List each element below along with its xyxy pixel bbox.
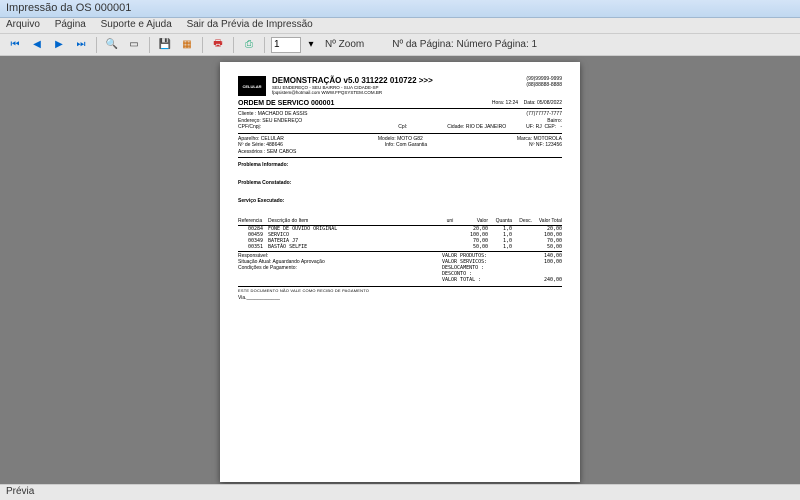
menu-pagina[interactable]: Página bbox=[55, 19, 86, 30]
company-logo: CELULAR bbox=[238, 76, 266, 96]
status-text: Prévia bbox=[6, 486, 34, 497]
device-block: Aparelho: CELULAR Modelo: MOTO G82 Marca… bbox=[238, 136, 562, 159]
open-icon[interactable]: ▦ bbox=[178, 36, 196, 54]
col-uni: uni bbox=[440, 218, 460, 224]
nav-last-icon[interactable]: ⏭ bbox=[72, 36, 90, 54]
cpl-label: Cpl: bbox=[398, 124, 407, 131]
dropdown-icon[interactable]: ▾ bbox=[305, 36, 317, 54]
client-block: Cliente : MACHADO DE ASSIS (77)77777-777… bbox=[238, 111, 562, 134]
items-body: 00284FONE DE OUVIDO ORIGINAL20,001,020,0… bbox=[238, 226, 562, 250]
os-title: ORDEM DE SERVICO 000001 bbox=[238, 100, 334, 107]
document-page: CELULAR DEMONSTRAÇÃO v5.0 311222 010722 … bbox=[220, 62, 580, 482]
zoom-label: Nº Zoom bbox=[325, 39, 364, 50]
separator bbox=[233, 37, 234, 53]
col-ref: Referencia bbox=[238, 218, 268, 224]
cidade-label: Cidade: bbox=[447, 124, 464, 131]
cpf-label: CPF/Cnpj: bbox=[238, 124, 261, 131]
os-data: Data: 05/08/2022 bbox=[524, 100, 562, 106]
nav-first-icon[interactable]: ⏮ bbox=[6, 36, 24, 54]
signature-line: Via.____________ bbox=[238, 295, 562, 301]
menu-arquivo[interactable]: Arquivo bbox=[6, 19, 40, 30]
page-indicator: Nº da Página: Número Página: 1 bbox=[392, 39, 537, 50]
uf: RJ bbox=[536, 124, 542, 131]
nf-label: Nº NF: bbox=[529, 142, 544, 149]
separator bbox=[264, 37, 265, 53]
separator bbox=[96, 37, 97, 53]
os-title-row: ORDEM DE SERVICO 000001 Hora: 12:24 Data… bbox=[238, 100, 562, 109]
print-icon[interactable]: 🖶 bbox=[209, 36, 227, 54]
condicoes: Condições de Pagamento: bbox=[238, 265, 442, 271]
save-icon[interactable]: 💾 bbox=[156, 36, 174, 54]
nf: 123456 bbox=[545, 142, 562, 149]
col-quant: Quanta bbox=[488, 218, 512, 224]
doc-header-contact: fpqsistem@hotmail.com WWW.FPQSYSTEM.COM.… bbox=[272, 90, 520, 95]
doc-header-title: DEMONSTRAÇÃO v5.0 311222 010722 >>> bbox=[272, 76, 520, 85]
window-title: Impressão da OS 000001 bbox=[6, 2, 131, 14]
col-total: Valor Total bbox=[532, 218, 562, 224]
col-desc: Descrição do Item bbox=[268, 218, 440, 224]
uf-label: UF: bbox=[526, 124, 534, 131]
items-header: Referencia Descrição do Item uni Valor Q… bbox=[238, 218, 562, 226]
export-icon[interactable]: ⎙ bbox=[240, 36, 258, 54]
menu-sair[interactable]: Sair da Prévia de Impressão bbox=[187, 19, 313, 30]
menu-bar: Arquivo Página Suporte e Ajuda Sair da P… bbox=[0, 18, 800, 34]
page-number-input[interactable] bbox=[271, 37, 301, 53]
toolbar: ⏮ ◀ ▶ ⏭ 🔍 ▭ 💾 ▦ 🖶 ⎙ ▾ Nº Zoom Nº da Pági… bbox=[0, 34, 800, 56]
separator bbox=[202, 37, 203, 53]
col-valor: Valor bbox=[460, 218, 488, 224]
separator bbox=[149, 37, 150, 53]
cep-label: CEP: bbox=[544, 124, 556, 131]
col-desc2: Desc. bbox=[512, 218, 532, 224]
doc-footer-note: ESTE DOCUMENTO NÃO VALE COMO RECIBO DE P… bbox=[238, 286, 562, 293]
status-bar: Prévia bbox=[0, 484, 800, 500]
info-val: Com Garantia bbox=[396, 142, 427, 149]
info-label: Info: bbox=[385, 142, 395, 149]
menu-suporte[interactable]: Suporte e Ajuda bbox=[101, 19, 172, 30]
total-row: VALOR TOTAL :240,00 bbox=[442, 277, 562, 283]
nav-next-icon[interactable]: ▶ bbox=[50, 36, 68, 54]
totals-block: Responsável: Situação Atual: Aguardando … bbox=[238, 253, 562, 283]
cidade: RIO DE JANEIRO bbox=[466, 124, 506, 131]
doc-phone2: (88)88888-8888 bbox=[526, 82, 562, 88]
acess-label: Acessórios : bbox=[238, 149, 265, 156]
item-row: 00351BASTÃO SELFIE50,001,050,00 bbox=[238, 244, 562, 250]
os-hora: Hora: 12:24 bbox=[492, 100, 518, 106]
preview-viewport[interactable]: CELULAR DEMONSTRAÇÃO v5.0 311222 010722 … bbox=[0, 56, 800, 484]
nav-prev-icon[interactable]: ◀ bbox=[28, 36, 46, 54]
page-icon[interactable]: ▭ bbox=[125, 36, 143, 54]
window-titlebar: Impressão da OS 000001 bbox=[0, 0, 800, 18]
zoom-icon[interactable]: 🔍 bbox=[103, 36, 121, 54]
acess: SEM CABOS bbox=[267, 149, 297, 156]
cep: - bbox=[560, 124, 562, 131]
